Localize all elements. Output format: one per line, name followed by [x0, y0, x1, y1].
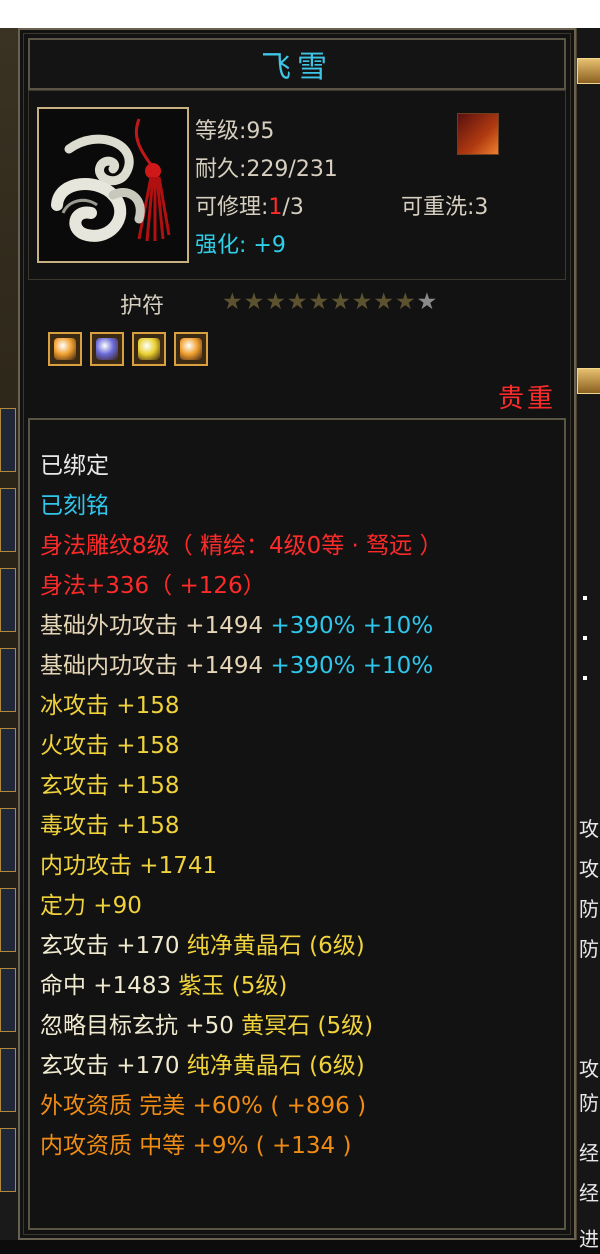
star-rating: ★ ★ ★ ★ ★ ★ ★ ★ ★ ★	[222, 288, 437, 316]
attribute-list: 已绑定已刻铭身法雕纹8级（ 精绘：4级0等 · 驽远 ） 身法+336（ +126…	[40, 446, 442, 1166]
left-slot[interactable]	[0, 808, 16, 872]
attribute-segment: +390% +10%	[270, 613, 434, 639]
empty-star-icon: ★	[416, 289, 438, 315]
side-label: 经	[579, 1181, 599, 1205]
top-strip	[0, 0, 600, 28]
filled-star-icon: ★	[373, 289, 394, 315]
separator-dot	[583, 596, 587, 600]
attribute-segment: 纯净黄晶石 (6级)	[186, 1053, 365, 1079]
right-side-panel: 攻 攻 防 防 攻 防 经 经 进	[576, 28, 600, 1251]
attribute-line: 基础内功攻击 +1494 +390% +10%	[40, 646, 442, 686]
item-type: 护符	[120, 294, 165, 319]
attribute-line: 外攻资质 完美 +60% ( +896 )	[40, 1093, 367, 1119]
item-name: 飞雪	[261, 50, 333, 85]
attribute-segment: 忽略目标玄抗 +50	[40, 1013, 242, 1039]
attribute-line: 玄攻击 +170 纯净黄晶石 (6级)	[40, 1046, 442, 1086]
attribute-line: 忽略目标玄抗 +50 黄冥石 (5级)	[40, 1006, 442, 1046]
gem-fill	[138, 338, 160, 360]
filled-star-icon: ★	[308, 289, 330, 315]
item-rewash: 可重洗:3	[401, 195, 489, 220]
item-icon[interactable]	[37, 107, 189, 263]
item-header: 等级:95 耐久:229/231 可修理:1/3 可重洗:3 强化: +9	[28, 90, 566, 280]
title-bar: 飞雪	[28, 38, 566, 90]
orange-socket-gem-2-icon[interactable]	[174, 332, 208, 366]
left-side-panel	[0, 28, 18, 1240]
side-label: 攻	[579, 857, 599, 881]
phoenix-rank-icon	[457, 113, 499, 155]
orange-socket-gem-icon[interactable]	[48, 332, 82, 366]
attribute-line: 命中 +1483 紫玉 (5级)	[40, 966, 442, 1006]
side-label: 防	[579, 897, 599, 921]
item-enhance: 强化: +9	[195, 233, 286, 258]
item-meta: 护符 ★ ★ ★ ★ ★ ★ ★ ★ ★ ★ 贵重	[28, 282, 566, 414]
attribute-line: 内攻资质 中等 +9% ( +134 )	[40, 1133, 352, 1159]
filled-star-icon: ★	[351, 289, 373, 315]
attribute-line: 火攻击 +158	[40, 733, 180, 759]
item-durability: 耐久:229/231	[195, 157, 338, 182]
side-label: 进	[579, 1227, 599, 1251]
attribute-segment: 命中 +1483	[40, 973, 179, 999]
attribute-segment: 玄攻击 +170	[40, 933, 187, 959]
gem-sockets	[48, 332, 208, 366]
jade-pendant-icon	[39, 109, 187, 261]
item-repair: 可修理:1/3	[195, 189, 304, 221]
side-label: 防	[579, 1091, 599, 1115]
gem-fill	[180, 338, 202, 360]
attribute-line: 身法+336（ +126）	[40, 573, 266, 599]
separator-dot	[583, 676, 587, 680]
attribute-line: 内功攻击 +1741	[40, 853, 218, 879]
blue-socket-gem-icon[interactable]	[90, 332, 124, 366]
item-tooltip: 飞雪 等级:95 耐久:229/231 可修理:1/3 可重洗:3 强化: +9…	[18, 28, 576, 1240]
attribute-panel: 已绑定已刻铭身法雕纹8级（ 精绘：4级0等 · 驽远 ） 身法+336（ +126…	[28, 418, 566, 1230]
attribute-line: 基础外功攻击 +1494 +390% +10%	[40, 606, 442, 646]
side-label: 攻	[579, 817, 599, 841]
repair-label: 可修理:	[195, 195, 269, 220]
left-slot[interactable]	[0, 408, 16, 472]
yellow-socket-gem-icon[interactable]	[132, 332, 166, 366]
filled-star-icon: ★	[395, 289, 416, 315]
left-slot[interactable]	[0, 968, 16, 1032]
left-slot[interactable]	[0, 1128, 16, 1192]
attribute-line: 已刻铭	[40, 493, 109, 519]
filled-star-icon: ★	[265, 289, 286, 315]
side-label: 防	[579, 937, 599, 961]
gold-tab-icon[interactable]	[577, 58, 600, 84]
side-label: 攻	[579, 1057, 599, 1081]
left-slot[interactable]	[0, 728, 16, 792]
gold-tab-icon[interactable]	[577, 368, 600, 394]
attribute-line: 定力 +90	[40, 893, 142, 919]
attribute-segment: +390% +10%	[270, 653, 434, 679]
rarity-label: 贵重	[497, 384, 556, 414]
attribute-line: 玄攻击 +158	[40, 773, 180, 799]
attribute-line: 冰攻击 +158	[40, 693, 180, 719]
left-slot[interactable]	[0, 488, 16, 552]
gem-fill	[54, 338, 76, 360]
left-slot[interactable]	[0, 1048, 16, 1112]
attribute-line: 已绑定	[40, 453, 109, 479]
attribute-line: 毒攻击 +158	[40, 813, 180, 839]
attribute-segment: 基础外功攻击 +1494	[40, 613, 271, 639]
repair-current: 1	[268, 195, 283, 220]
filled-star-icon: ★	[330, 289, 351, 315]
filled-star-icon: ★	[222, 289, 243, 315]
filled-star-icon: ★	[286, 289, 308, 315]
left-slot[interactable]	[0, 648, 16, 712]
gem-fill	[96, 338, 118, 360]
item-level: 等级:95	[195, 119, 275, 144]
separator-dot	[583, 636, 587, 640]
attribute-line: 玄攻击 +170 纯净黄晶石 (6级)	[40, 926, 442, 966]
attribute-segment: 基础内功攻击 +1494	[40, 653, 271, 679]
left-slot[interactable]	[0, 568, 16, 632]
left-slot[interactable]	[0, 888, 16, 952]
repair-total: /3	[282, 195, 304, 220]
side-label: 经	[579, 1141, 599, 1165]
attribute-segment: 纯净黄晶石 (6级)	[186, 933, 365, 959]
attribute-segment: 玄攻击 +170	[40, 1053, 187, 1079]
attribute-segment: 紫玉 (5级)	[178, 973, 288, 999]
attribute-line: 身法雕纹8级（ 精绘：4级0等 · 驽远 ）	[40, 533, 443, 559]
filled-star-icon: ★	[243, 289, 265, 315]
attribute-segment: 黄冥石 (5级)	[241, 1013, 374, 1039]
